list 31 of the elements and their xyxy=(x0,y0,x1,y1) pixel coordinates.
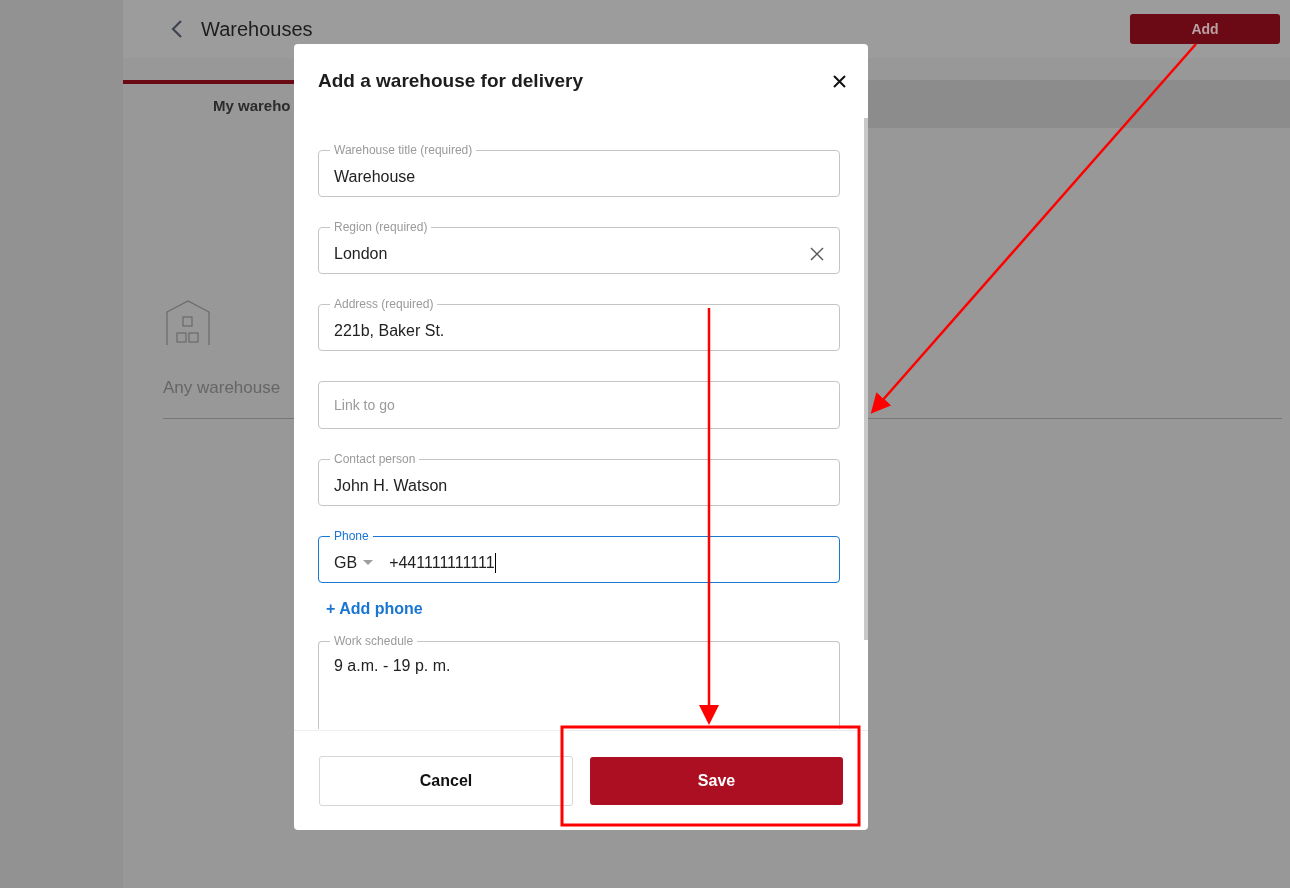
schedule-field[interactable]: Work schedule 9 a.m. - 19 p. m. xyxy=(318,634,840,729)
field-label: Work schedule xyxy=(333,634,415,648)
warehouse-icon xyxy=(163,300,213,346)
input-field[interactable]: Region (required) London xyxy=(318,220,840,274)
country-select[interactable]: GB xyxy=(334,550,374,575)
field-label: Address (required) xyxy=(333,297,435,311)
field-value: +441111111111 xyxy=(389,552,495,573)
field-placeholder: Link to go xyxy=(334,395,395,415)
add-phone-link[interactable]: + Add phone xyxy=(326,600,423,617)
field-value: Warehouse xyxy=(334,166,416,187)
field-value: 9 a.m. - 19 p. m. xyxy=(333,656,452,676)
field-label: Contact person xyxy=(333,452,417,466)
caret-icon xyxy=(363,559,374,566)
clear-icon[interactable] xyxy=(810,246,824,261)
close-icon[interactable] xyxy=(833,74,846,88)
back-icon[interactable] xyxy=(171,19,183,39)
field-value: John H. Watson xyxy=(334,475,448,496)
cancel-button[interactable]: Cancel xyxy=(319,755,573,806)
input-field[interactable]: Address (required) 221b, Baker St. xyxy=(318,297,840,351)
field-label: Region (required) xyxy=(333,220,429,234)
input-field[interactable]: Warehouse title (required) Warehouse xyxy=(318,143,840,197)
field-value: 221b, Baker St. xyxy=(334,320,445,341)
input-field[interactable]: Phone GB +441111111111 xyxy=(318,529,840,583)
page-title: Warehouses xyxy=(201,17,313,42)
field-label: Warehouse title (required) xyxy=(333,143,474,157)
field-value: London xyxy=(334,243,388,264)
text-cursor xyxy=(494,552,496,573)
input-field[interactable]: Contact person John H. Watson xyxy=(318,452,840,506)
save-button[interactable]: Save xyxy=(590,756,843,805)
field-label: Phone xyxy=(333,529,370,543)
add-button[interactable]: Add xyxy=(1130,14,1280,44)
